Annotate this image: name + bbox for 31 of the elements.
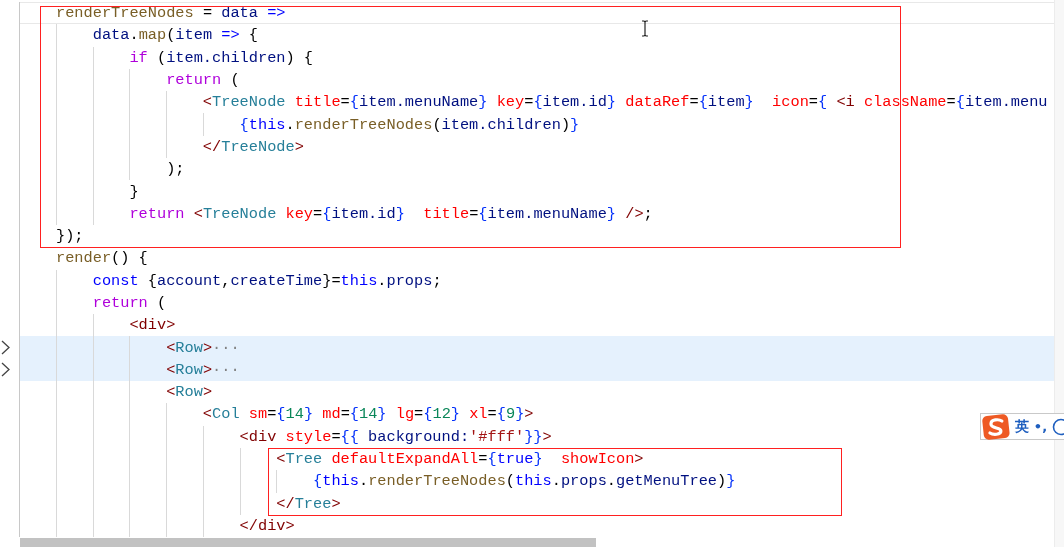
code-line: <Col sm={14} md={14} lg={12} xl={9}> — [201, 404, 534, 425]
code-line: <Row> — [165, 382, 213, 403]
text-cursor-icon — [641, 20, 649, 37]
punctuation-toggle[interactable]: •, — [1033, 419, 1048, 434]
code-line: return ( — [165, 70, 240, 91]
code-line: <Tree defaultExpandAll={true} showIcon> — [275, 449, 644, 470]
code-line: renderTreeNodes = data => — [56, 3, 286, 24]
code-line: ); — [165, 159, 185, 180]
code-line: <Row>··· — [165, 359, 240, 380]
input-mode-toggle[interactable]: 英 — [1014, 417, 1029, 436]
horizontal-scrollbar[interactable] — [20, 538, 596, 547]
code-line: </Tree> — [275, 493, 341, 514]
code-line: </div> — [238, 515, 295, 536]
code-line: <div style={{ background:'#fff'}}> — [238, 426, 552, 447]
code-line: data.map(item => { — [91, 25, 258, 46]
code-line: const {account,createTime}=this.props; — [91, 270, 442, 291]
code-line: render() { — [56, 248, 148, 269]
code-line: return <TreeNode key={item.id} title={item.menuName} />; — [128, 203, 653, 224]
chevron-icon[interactable] — [1, 340, 10, 356]
code-line: return ( — [91, 293, 167, 313]
code-line: <Row>··· — [165, 337, 240, 358]
code-line: </TreeNode> — [201, 136, 304, 157]
chevron-icon[interactable] — [1, 362, 10, 378]
code-line: {this.renderTreeNodes(this.props.getMenuTree)} — [312, 471, 736, 492]
ime-logo-icon[interactable] — [982, 413, 1010, 440]
code-line: {this.renderTreeNodes(item.children)} — [238, 114, 580, 135]
code-line: <div> — [128, 315, 176, 336]
code-line: if (item.children) { — [128, 47, 314, 68]
code-line: } — [128, 181, 139, 202]
code-line: }); — [56, 226, 84, 247]
vertical-scrollbar[interactable] — [1054, 0, 1064, 547]
